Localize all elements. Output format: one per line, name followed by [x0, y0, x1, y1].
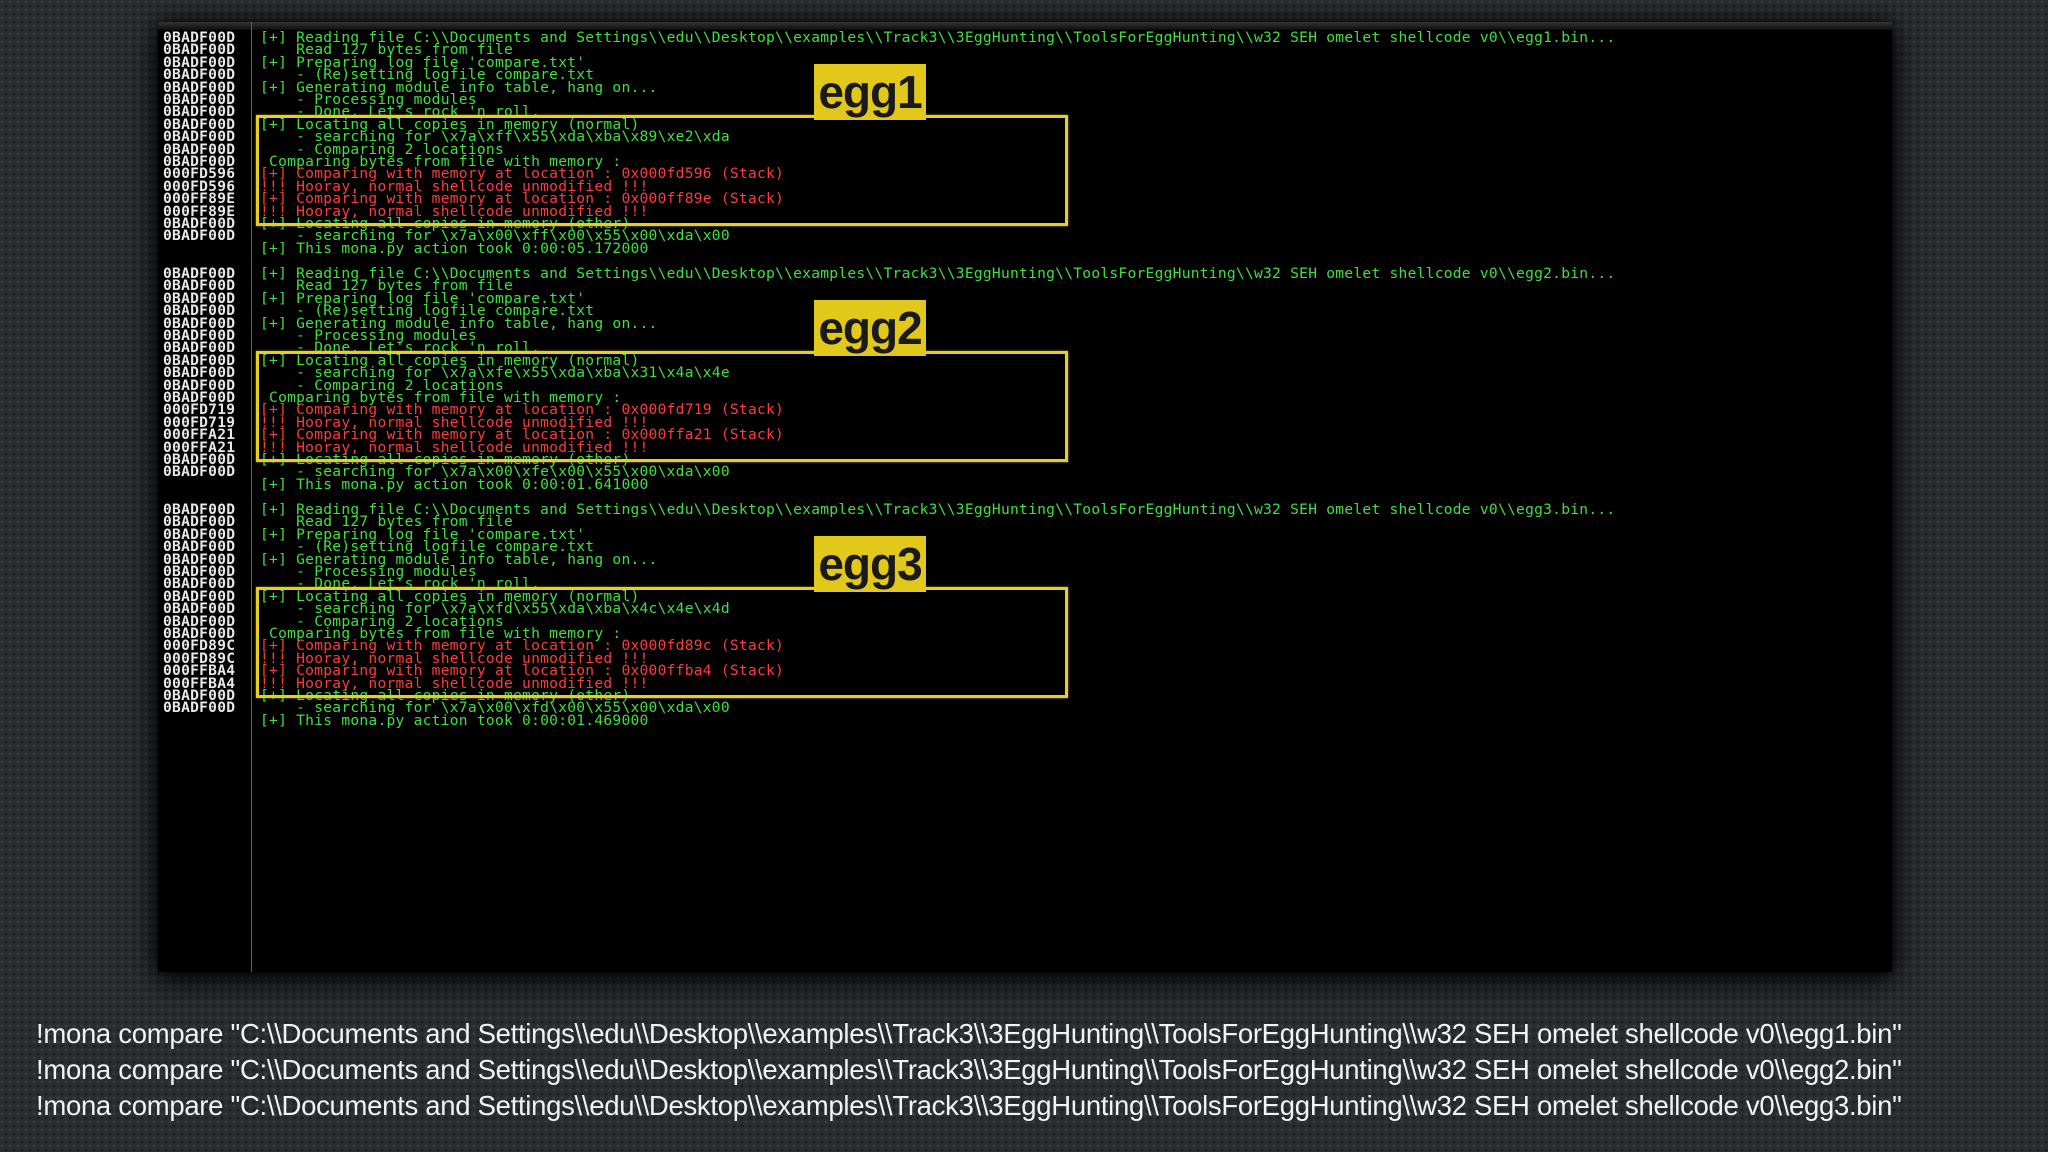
egg-label-egg2: egg2 — [814, 300, 926, 356]
egg-label-egg3: egg3 — [814, 536, 926, 592]
highlight-box-egg1 — [256, 114, 1068, 226]
log-message: [+] This mona.py action took 0:00:01.641… — [260, 475, 649, 493]
command-captions: !mona compare "C:\\Documents and Setting… — [36, 1016, 2026, 1124]
caption-command-egg2: !mona compare "C:\\Documents and Setting… — [36, 1054, 1902, 1085]
caption-command-egg1: !mona compare "C:\\Documents and Setting… — [36, 1018, 1902, 1049]
log-address: 0BADF00D — [163, 463, 236, 481]
debugger-log-window: 0BADF00D [+] Reading file C:\\Documents a… — [158, 22, 1892, 972]
egg-label-egg1: egg1 — [814, 64, 926, 120]
log-address: 0BADF00D — [163, 699, 236, 717]
log-address: 0BADF00D — [163, 227, 236, 245]
highlight-box-egg2 — [256, 350, 1068, 462]
log-message: [+] This mona.py action took 0:00:01.469… — [260, 711, 649, 729]
log-message: [+] This mona.py action took 0:00:05.172… — [260, 239, 649, 257]
caption-command-egg3: !mona compare "C:\\Documents and Setting… — [36, 1090, 1902, 1121]
highlight-box-egg3 — [256, 586, 1068, 698]
